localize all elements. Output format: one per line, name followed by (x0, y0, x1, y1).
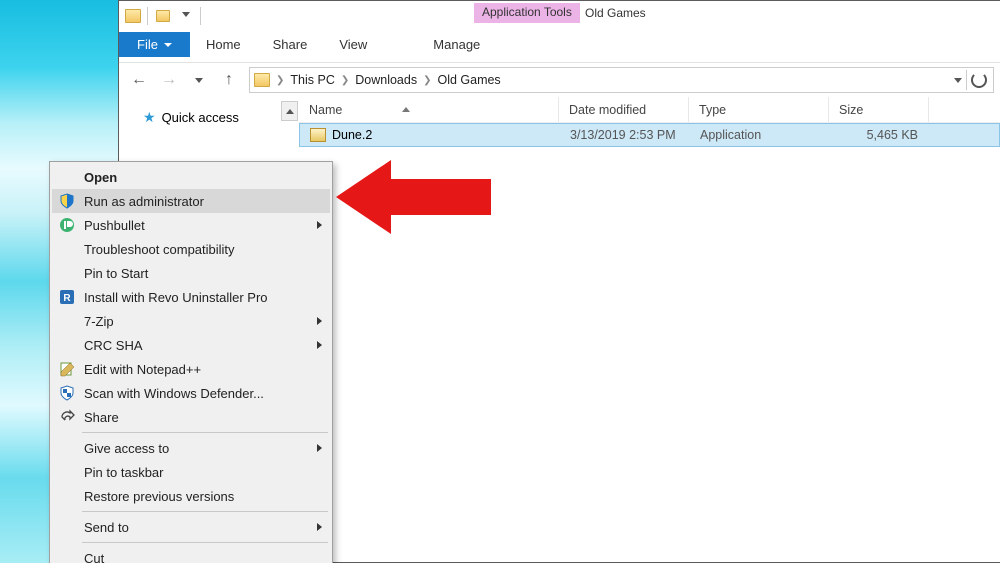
shield-icon (58, 192, 76, 210)
menu-crc-sha[interactable]: CRC SHA (52, 333, 330, 357)
column-name[interactable]: Name (299, 97, 559, 122)
cell-name: Dune.2 (300, 128, 560, 142)
star-icon: ★ (143, 109, 156, 126)
chevron-right-icon: ❯ (421, 75, 433, 86)
chevron-right-icon: ❯ (339, 75, 351, 86)
menu-label: Share (84, 410, 119, 425)
breadcrumb[interactable]: ❯ This PC ❯ Downloads ❯ Old Games (249, 67, 994, 93)
file-name: Dune.2 (332, 128, 372, 142)
menu-label: Scan with Windows Defender... (84, 386, 264, 401)
titlebar: Application Tools Old Games (119, 1, 1000, 31)
table-row[interactable]: Dune.2 3/13/2019 2:53 PM Application 5,4… (299, 123, 1000, 147)
recent-dropdown[interactable] (185, 66, 213, 94)
manage-tab[interactable]: Manage (413, 30, 500, 57)
menu-restore-versions[interactable]: Restore previous versions (52, 484, 330, 508)
menu-send-to[interactable]: Send to (52, 515, 330, 539)
revo-icon: R (58, 288, 76, 306)
window-title: Old Games (585, 6, 646, 20)
application-icon (310, 128, 326, 142)
file-tab-label: File (137, 37, 158, 52)
column-label: Name (309, 103, 342, 117)
menu-pin-taskbar[interactable]: Pin to taskbar (52, 460, 330, 484)
chevron-up-icon (286, 109, 294, 114)
menu-cut[interactable]: Cut (52, 546, 330, 563)
column-size[interactable]: Size (829, 97, 929, 122)
pushbullet-icon (58, 216, 76, 234)
quickaccess-save-icon[interactable] (154, 7, 172, 25)
quickaccess-dropdown-icon[interactable] (176, 7, 194, 25)
up-button[interactable]: ↑ (215, 66, 243, 94)
view-tab[interactable]: View (323, 32, 383, 57)
menu-7zip[interactable]: 7-Zip (52, 309, 330, 333)
divider (200, 7, 201, 25)
svg-text:R: R (63, 293, 71, 304)
menu-label: CRC SHA (84, 338, 143, 353)
menu-run-as-administrator[interactable]: Run as administrator (52, 189, 330, 213)
menu-label: 7-Zip (84, 314, 114, 329)
menu-troubleshoot[interactable]: Troubleshoot compatibility (52, 237, 330, 261)
chevron-down-icon[interactable] (954, 78, 962, 83)
column-date[interactable]: Date modified (559, 97, 689, 122)
breadcrumb-seg-thispc[interactable]: This PC (286, 73, 338, 87)
cell-date: 3/13/2019 2:53 PM (560, 128, 690, 142)
menu-pushbullet[interactable]: Pushbullet (52, 213, 330, 237)
breadcrumb-end (954, 70, 993, 90)
menu-pin-start[interactable]: Pin to Start (52, 261, 330, 285)
context-menu: Open Run as administrator Pushbullet Tro… (49, 161, 333, 563)
sidebar-item-label: Quick access (162, 110, 239, 125)
menu-revo-uninstaller[interactable]: R Install with Revo Uninstaller Pro (52, 285, 330, 309)
menu-windows-defender[interactable]: Scan with Windows Defender... (52, 381, 330, 405)
home-tab[interactable]: Home (190, 32, 257, 57)
forward-button[interactable]: → (155, 66, 183, 94)
cell-type: Application (690, 128, 830, 142)
menu-label: Edit with Notepad++ (84, 362, 201, 377)
application-tools-label[interactable]: Application Tools (474, 3, 580, 23)
chevron-right-icon: ❯ (274, 75, 286, 86)
refresh-icon[interactable] (971, 72, 987, 88)
menu-label: Run as administrator (84, 194, 204, 209)
breadcrumb-seg-downloads[interactable]: Downloads (351, 73, 421, 87)
list-header: Name Date modified Type Size (299, 97, 1000, 123)
menu-edit-notepadpp[interactable]: Edit with Notepad++ (52, 357, 330, 381)
menu-label: Give access to (84, 441, 169, 456)
back-button[interactable]: ← (125, 66, 153, 94)
divider (147, 7, 148, 25)
defender-icon (58, 384, 76, 402)
menu-separator (82, 542, 328, 543)
notepadpp-icon (58, 360, 76, 378)
menu-give-access[interactable]: Give access to (52, 436, 330, 460)
share-icon (58, 408, 76, 426)
menu-label: Install with Revo Uninstaller Pro (84, 290, 268, 305)
share-tab[interactable]: Share (257, 32, 324, 57)
chevron-right-icon (317, 221, 322, 229)
folder-icon (125, 9, 141, 23)
ribbon-tabs: File Home Share View Manage (119, 31, 1000, 57)
menu-open[interactable]: Open (52, 165, 330, 189)
menu-label: Pushbullet (84, 218, 145, 233)
sidebar-item-quickaccess[interactable]: ★ Quick access (119, 109, 299, 126)
menu-separator (82, 432, 328, 433)
menu-label: Send to (84, 520, 129, 535)
breadcrumb-seg-oldgames[interactable]: Old Games (433, 73, 504, 87)
sidebar-scroll-up[interactable] (281, 101, 298, 121)
folder-icon (254, 73, 270, 87)
cell-size: 5,465 KB (830, 128, 930, 142)
chevron-right-icon (317, 317, 322, 325)
divider (966, 70, 967, 90)
nav-row: ← → ↑ ❯ This PC ❯ Downloads ❯ Old Games (119, 63, 1000, 97)
chevron-right-icon (317, 444, 322, 452)
file-list: Name Date modified Type Size Dune.2 3/13… (299, 97, 1000, 562)
column-type[interactable]: Type (689, 97, 829, 122)
menu-separator (82, 511, 328, 512)
chevron-right-icon (317, 523, 322, 531)
chevron-right-icon (317, 341, 322, 349)
menu-share[interactable]: Share (52, 405, 330, 429)
chevron-down-icon (164, 43, 172, 47)
file-tab[interactable]: File (119, 32, 190, 57)
sort-ascending-icon (402, 107, 410, 112)
